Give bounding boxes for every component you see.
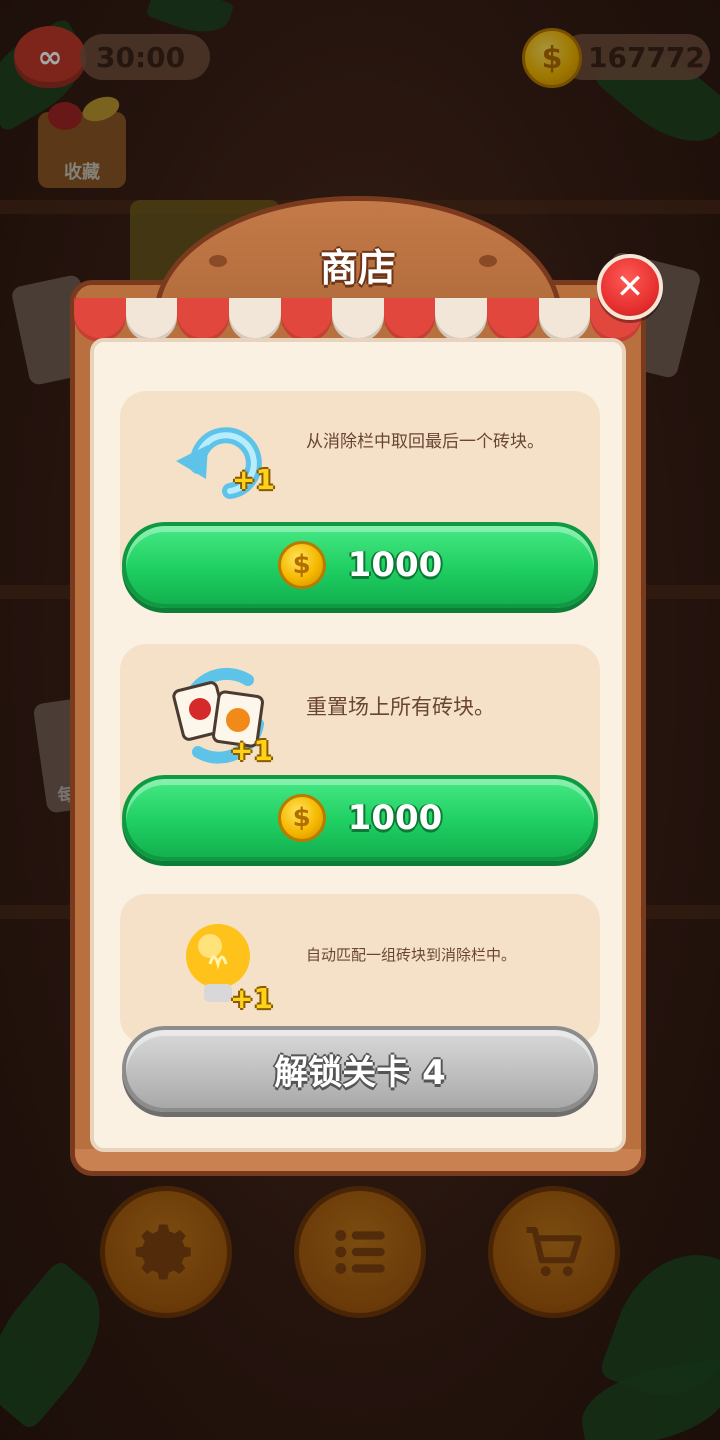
shop-title: 商店	[319, 246, 396, 290]
shop-dialog: 商店 ✕ +1 从消除栏中取回最后一个砖块。 $ 1000 +1 重置场上所有砖…	[70, 196, 663, 1176]
price-label: 1000	[347, 798, 443, 838]
buy-undo-button[interactable]: $ 1000	[122, 522, 598, 608]
buy-shuffle-button[interactable]: $ 1000	[122, 775, 598, 861]
hint-bulb-icon: +1	[168, 914, 278, 1015]
undo-icon: +1	[168, 411, 278, 511]
close-icon: ✕	[615, 267, 645, 307]
unlock-label: 解锁关卡 4	[274, 1052, 446, 1093]
unlock-hint-button[interactable]: 解锁关卡 4	[122, 1026, 598, 1112]
shop-frame-edge	[75, 1149, 641, 1171]
close-button[interactable]: ✕	[597, 254, 663, 320]
plus-one-badge: +1	[230, 734, 273, 767]
shuffle-icon: +1	[168, 664, 278, 767]
price-label: 1000	[347, 545, 443, 585]
shop-item-hint: +1 自动匹配一组砖块到消除栏中。	[120, 894, 600, 1044]
awning	[74, 298, 642, 342]
item-description: 从消除栏中取回最后一个砖块。	[306, 432, 544, 452]
item-description: 自动匹配一组砖块到消除栏中。	[306, 946, 517, 964]
coin-icon: $	[277, 794, 326, 842]
plus-one-badge: +1	[230, 982, 273, 1015]
coin-icon: $	[277, 541, 326, 589]
item-description: 重置场上所有砖块。	[306, 695, 495, 719]
plus-one-badge: +1	[232, 463, 275, 496]
